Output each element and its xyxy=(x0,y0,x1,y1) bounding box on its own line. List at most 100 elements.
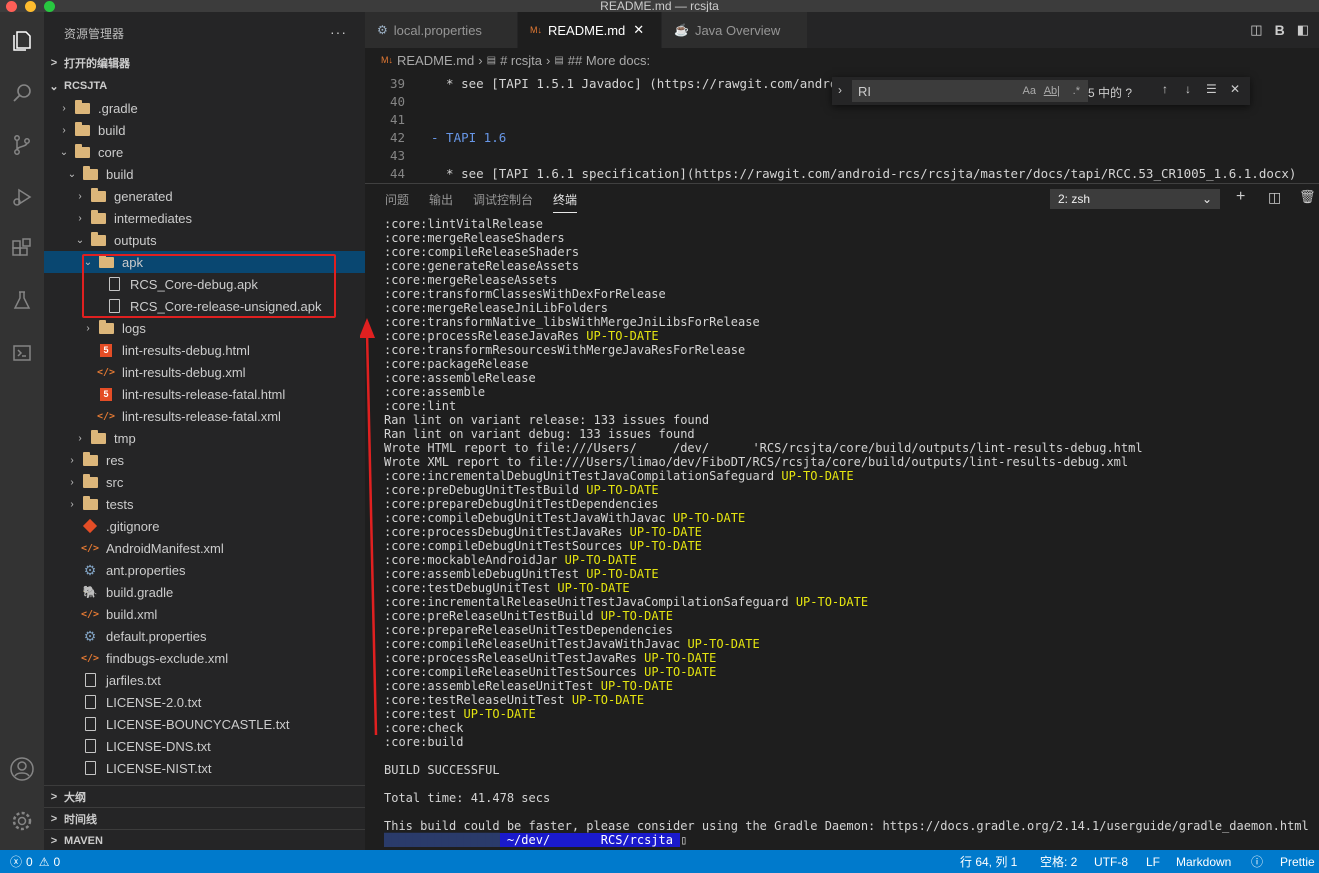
terminal-text: Ran lint on variant debug: 133 issues fo… xyxy=(384,427,695,441)
split-terminal-icon[interactable]: ◫ xyxy=(1268,189,1281,206)
tree-item[interactable]: </> lint-results-debug.xml xyxy=(44,361,365,383)
tree-item[interactable]: ⌄ build xyxy=(44,163,365,185)
split-editor-icon[interactable]: ◧ xyxy=(1297,22,1309,38)
terminal-line: :core:assembleDebugUnitTest UP-TO-DATE xyxy=(384,567,1314,581)
outline-label: 大纲 xyxy=(64,791,86,804)
tree-item[interactable]: › src xyxy=(44,471,365,493)
terminal-select[interactable]: 2: zsh ⌄ xyxy=(1050,189,1220,209)
close-icon[interactable]: ✕ xyxy=(633,22,644,38)
source-control-icon[interactable] xyxy=(7,130,37,160)
chevron-right-icon[interactable]: › xyxy=(838,83,842,97)
maven-section[interactable]: > MAVEN xyxy=(44,829,365,850)
kill-terminal-icon[interactable]: 🗑 xyxy=(1299,189,1316,205)
tree-item[interactable]: ⌄ core xyxy=(44,141,365,163)
tree-item[interactable]: </> build.xml xyxy=(44,603,365,625)
terminal-text: :core:testDebugUnitTest xyxy=(384,581,558,595)
tab-local-properties[interactable]: ⚙ local.properties xyxy=(365,12,518,48)
tree-item[interactable]: jarfiles.txt xyxy=(44,669,365,691)
terminal-line: Wrote XML report to file:///Users/limao/… xyxy=(384,455,1314,469)
find-input[interactable]: RI Aa Ab| .* xyxy=(852,80,1088,102)
tree-item[interactable]: › generated xyxy=(44,185,365,207)
remote-icon[interactable] xyxy=(7,338,37,368)
account-icon[interactable] xyxy=(7,754,37,784)
tree-item[interactable]: › tests xyxy=(44,493,365,515)
tree-item[interactable]: › logs xyxy=(44,317,365,339)
breadcrumb-item[interactable]: # rcsjta xyxy=(500,53,542,68)
arrow-up-icon[interactable]: ↑ xyxy=(1162,82,1168,96)
tree-item[interactable]: LICENSE-DNS.txt xyxy=(44,735,365,757)
tab-label: README.md xyxy=(548,22,626,38)
tree-item[interactable]: › tmp xyxy=(44,427,365,449)
tree-item[interactable]: › build xyxy=(44,119,365,141)
chevron-right-icon: › xyxy=(78,432,82,444)
tree-item[interactable]: ⌄ outputs xyxy=(44,229,365,251)
tree-item[interactable]: › intermediates xyxy=(44,207,365,229)
tab-readme[interactable]: M↓ README.md ✕ xyxy=(518,12,662,48)
tab-problems[interactable]: 问题 xyxy=(385,191,409,208)
tree-item[interactable]: › .gradle xyxy=(44,97,365,119)
info-icon[interactable]: ⓘ xyxy=(1251,853,1263,870)
cursor-position[interactable]: 行 64, 列 1 xyxy=(960,853,1017,870)
terminal-text: :core:preReleaseUnitTestBuild xyxy=(384,609,601,623)
warning-icon[interactable]: ⚠ xyxy=(39,855,50,869)
testing-icon[interactable] xyxy=(7,286,37,316)
tree-item[interactable]: 5 lint-results-release-fatal.html xyxy=(44,383,365,405)
close-window-button[interactable] xyxy=(6,1,17,12)
find-in-selection-icon[interactable]: ☰ xyxy=(1206,82,1217,96)
formatter[interactable]: Prettie xyxy=(1280,855,1315,869)
tree-item[interactable]: LICENSE-BOUNCYCASTLE.txt xyxy=(44,713,365,735)
language-mode[interactable]: Markdown xyxy=(1176,855,1231,869)
tab-output[interactable]: 输出 xyxy=(429,191,453,208)
search-icon[interactable] xyxy=(7,78,37,108)
tree-item[interactable]: LICENSE-2.0.txt xyxy=(44,691,365,713)
end-of-line[interactable]: LF xyxy=(1146,855,1160,869)
chevron-right-icon: › xyxy=(70,498,74,510)
tree-item[interactable]: </> AndroidManifest.xml xyxy=(44,537,365,559)
breadcrumb-item[interactable]: ## More docs: xyxy=(568,53,650,68)
breadcrumb-item[interactable]: README.md xyxy=(397,53,474,68)
open-editors-section[interactable]: > 打开的编辑器 xyxy=(44,52,365,74)
zoom-window-button[interactable] xyxy=(44,1,55,12)
tree-item[interactable]: 5 lint-results-debug.html xyxy=(44,339,365,361)
tree-item[interactable]: LICENSE-NIST.txt xyxy=(44,757,365,779)
prompt-path: ~/dev/ RCS/rcsjta xyxy=(499,833,681,847)
explorer-icon[interactable] xyxy=(7,26,37,56)
regex-toggle[interactable]: .* xyxy=(1073,85,1080,97)
tab-java-overview[interactable]: ☕ Java Overview xyxy=(662,12,808,48)
match-case-toggle[interactable]: Aa xyxy=(1023,85,1036,97)
outline-section[interactable]: > 大纲 xyxy=(44,785,365,807)
tree-item[interactable]: › res xyxy=(44,449,365,471)
workspace-root-section[interactable]: ⌄ RCSJTA xyxy=(44,75,365,97)
minimize-window-button[interactable] xyxy=(25,1,36,12)
run-debug-icon[interactable] xyxy=(7,182,37,212)
tree-item[interactable]: </> lint-results-release-fatal.xml xyxy=(44,405,365,427)
tree-item[interactable]: </> findbugs-exclude.xml xyxy=(44,647,365,669)
bold-button[interactable]: B xyxy=(1275,22,1285,38)
close-icon[interactable]: ✕ xyxy=(1230,82,1240,96)
tree-item[interactable]: 🐘 build.gradle xyxy=(44,581,365,603)
tab-debug-console[interactable]: 调试控制台 xyxy=(473,191,533,208)
more-actions-icon[interactable]: ··· xyxy=(330,24,347,40)
indentation[interactable]: 空格: 2 xyxy=(1040,853,1077,870)
tree-item[interactable]: .gitignore xyxy=(44,515,365,537)
tree-item-label: AndroidManifest.xml xyxy=(106,540,224,556)
new-terminal-icon[interactable]: + xyxy=(1236,188,1245,206)
terminal-text: :core:build xyxy=(384,735,464,749)
terminal-line: :core:generateReleaseAssets xyxy=(384,259,1314,273)
tab-terminal[interactable]: 终端 xyxy=(553,186,578,213)
encoding[interactable]: UTF-8 xyxy=(1094,855,1128,869)
tree-item[interactable]: ⚙ default.properties xyxy=(44,625,365,647)
whole-word-toggle[interactable]: Ab| xyxy=(1044,85,1060,97)
tree-item[interactable]: ⚙ ant.properties xyxy=(44,559,365,581)
tree-item-label: core xyxy=(98,144,124,160)
arrow-down-icon[interactable]: ↓ xyxy=(1185,82,1191,96)
manage-gear-icon[interactable] xyxy=(7,806,37,836)
terminal-text: This build could be faster, please consi… xyxy=(384,819,1309,833)
open-preview-icon[interactable]: ◫ xyxy=(1250,22,1262,38)
terminal-line: Ran lint on variant release: 133 issues … xyxy=(384,413,1314,427)
timeline-section[interactable]: > 时间线 xyxy=(44,807,365,829)
error-icon[interactable]: ⓧ xyxy=(10,853,22,870)
extensions-icon[interactable] xyxy=(7,234,37,264)
terminal[interactable]: :core:lintVitalRelease:core:mergeRelease… xyxy=(384,217,1314,847)
terminal-line: :core:transformClassesWithDexForRelease xyxy=(384,287,1314,301)
